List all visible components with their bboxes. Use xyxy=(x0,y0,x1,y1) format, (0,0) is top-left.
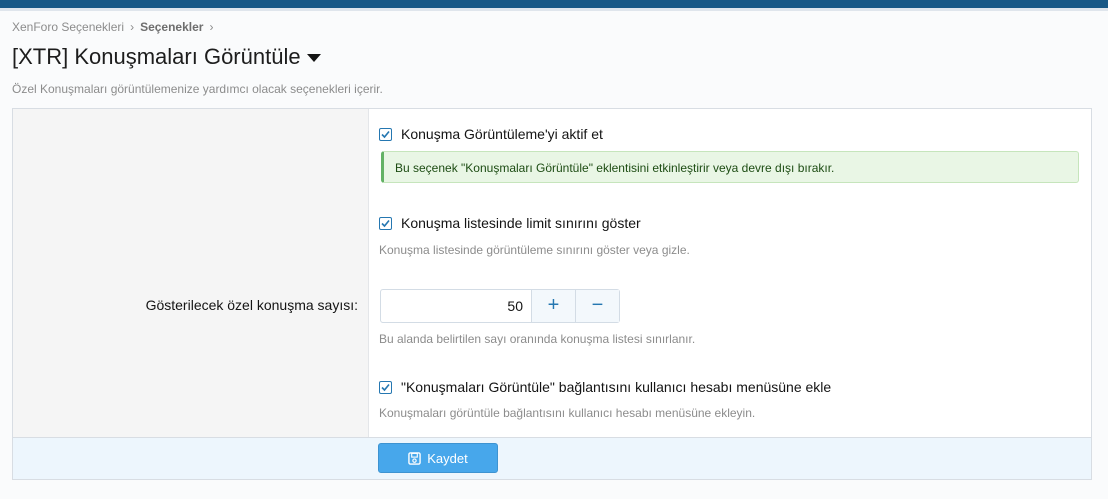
account-menu-checkbox[interactable] xyxy=(379,381,392,394)
check-icon xyxy=(381,383,390,392)
count-stepper: 50 + − xyxy=(380,289,620,323)
top-bar-shadow xyxy=(0,8,1108,11)
enable-label[interactable]: Konuşma Görüntüleme'yi aktif et xyxy=(401,126,603,142)
count-input[interactable]: 50 xyxy=(381,290,531,322)
options-form: Gösterilecek özel konuşma sayısı: Konuşm… xyxy=(12,108,1092,480)
enable-notice: Bu seçenek "Konuşmaları Görüntüle" eklen… xyxy=(381,151,1079,183)
check-icon xyxy=(381,219,390,228)
page-title[interactable]: [XTR] Konuşmaları Görüntüle xyxy=(12,44,321,70)
show-limit-checkbox[interactable] xyxy=(379,217,392,230)
form-label-column: Gösterilecek özel konuşma sayısı: xyxy=(13,109,369,437)
breadcrumb: XenForo Seçenekleri › Seçenekler › xyxy=(12,20,219,34)
save-icon xyxy=(408,451,422,465)
count-row-label: Gösterilecek özel konuşma sayısı: xyxy=(145,297,358,313)
breadcrumb-item-xenforo-options[interactable]: XenForo Seçenekleri xyxy=(12,20,124,34)
breadcrumb-separator: › xyxy=(209,20,214,34)
show-limit-hint: Konuşma listesinde görüntüleme sınırını … xyxy=(379,243,690,257)
enable-checkbox[interactable] xyxy=(379,128,392,141)
top-bar xyxy=(0,0,1108,8)
account-menu-label[interactable]: "Konuşmaları Görüntüle" bağlantısını kul… xyxy=(401,379,831,395)
page-title-text: [XTR] Konuşmaları Görüntüle xyxy=(12,44,301,69)
show-limit-label[interactable]: Konuşma listesinde limit sınırını göster xyxy=(401,215,641,231)
enable-notice-text: Bu seçenek "Konuşmaları Görüntüle" eklen… xyxy=(395,161,835,175)
breadcrumb-item-options[interactable]: Seçenekler xyxy=(140,20,203,34)
save-button-label: Kaydet xyxy=(427,450,468,466)
page-description: Özel Konuşmaları görüntülemenize yardımc… xyxy=(12,82,383,96)
breadcrumb-separator: › xyxy=(130,20,135,34)
check-icon xyxy=(381,130,390,139)
increment-button[interactable]: + xyxy=(531,290,575,322)
save-button[interactable]: Kaydet xyxy=(378,443,498,473)
caret-down-icon[interactable] xyxy=(306,54,321,62)
account-menu-hint: Konuşmaları görüntüle bağlantısını kulla… xyxy=(379,406,756,420)
count-hint: Bu alanda belirtilen sayı oranında konuş… xyxy=(379,332,696,346)
decrement-button[interactable]: − xyxy=(575,290,619,322)
form-footer xyxy=(13,437,1091,479)
